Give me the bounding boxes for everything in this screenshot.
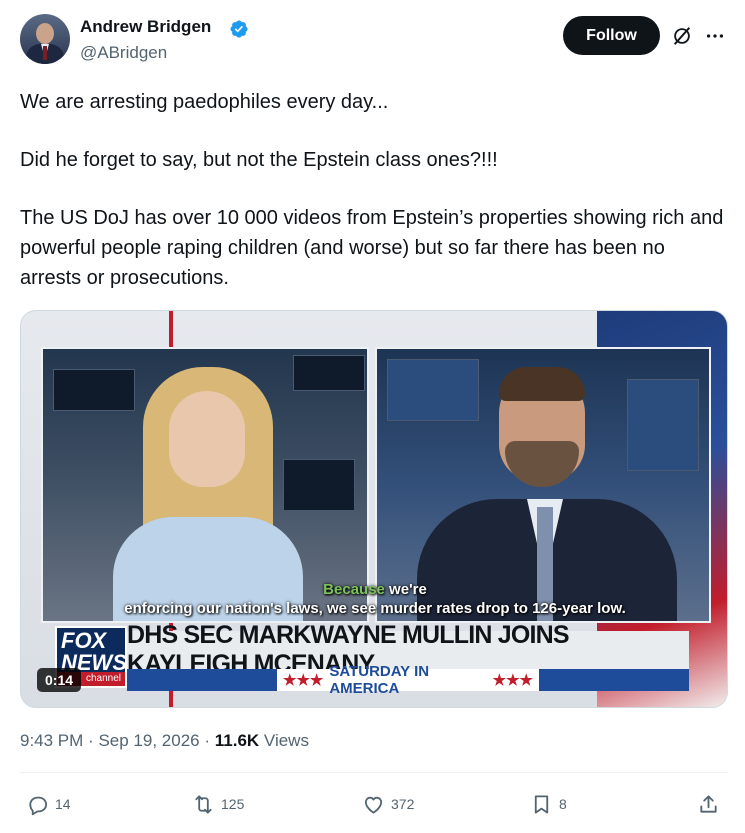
tweet-text-paragraph-1: We are arresting paedophiles every day..… <box>20 87 730 117</box>
divider <box>20 772 728 773</box>
avatar[interactable] <box>20 14 70 64</box>
studio-monitor <box>53 369 135 411</box>
tweet-meta: 9:43 PM · Sep 19, 2026 · 11.6K Views <box>20 731 309 751</box>
avatar-head <box>36 23 54 44</box>
tweet-time[interactable]: 9:43 PM <box>20 731 83 750</box>
video-duration-badge: 0:14 <box>37 668 82 692</box>
bookmark-icon <box>534 794 549 814</box>
reply-count: 14 <box>55 796 71 812</box>
avatar-tie <box>43 46 47 60</box>
grok-icon[interactable] <box>671 25 693 47</box>
share-button[interactable] <box>697 792 726 816</box>
heart-icon <box>364 796 383 814</box>
video-player[interactable]: Because we're enforcing our nation's law… <box>20 310 728 708</box>
caption-highlight: Because <box>323 581 385 598</box>
reply-button[interactable]: 14 <box>26 792 71 816</box>
video-caption-line-2: enforcing our nation's laws, we see murd… <box>124 600 626 617</box>
views-count: 11.6K <box>214 731 260 750</box>
repost-icon <box>195 794 212 814</box>
studio-monitor <box>283 459 355 511</box>
reply-icon <box>29 796 48 815</box>
like-button[interactable]: 372 <box>362 792 414 816</box>
studio-monitor <box>627 379 699 471</box>
guest-hair <box>499 367 585 401</box>
caption-line-1-rest: we're <box>384 581 427 598</box>
meta-separator: · <box>204 731 211 750</box>
views-label: Views <box>263 731 309 750</box>
meta-separator: · <box>88 731 94 750</box>
tweet-text-paragraph-3: The US DoJ has over 10 000 videos from E… <box>20 203 730 293</box>
host-face <box>169 391 245 487</box>
follow-button[interactable]: Follow <box>563 16 660 55</box>
bookmark-button[interactable]: 8 <box>530 792 567 816</box>
studio-monitor <box>387 359 479 421</box>
tweet-paragraph: We are arresting paedophiles every day..… <box>20 91 389 113</box>
video-caption-line-1: Because we're <box>21 581 727 598</box>
guest-beard <box>505 441 579 487</box>
share-icon <box>700 794 717 813</box>
show-name-banner: ★★★ SATURDAY IN AMERICA ★★★ <box>277 663 539 697</box>
author-handle[interactable]: @ABridgen <box>80 43 167 63</box>
repost-count: 125 <box>221 796 245 812</box>
chyron-subbar: ★★★ SATURDAY IN AMERICA ★★★ <box>127 663 689 697</box>
stars-right: ★★★ <box>492 672 533 689</box>
show-name: SATURDAY IN AMERICA <box>329 663 430 697</box>
author-name[interactable]: Andrew Bridgen <box>80 17 211 37</box>
stars-left: ★★★ <box>283 672 324 689</box>
repost-button[interactable]: 125 <box>192 792 244 816</box>
tweet-date[interactable]: Sep 19, 2026 <box>98 731 199 750</box>
bookmark-count: 8 <box>559 796 567 812</box>
verified-badge-icon <box>230 20 248 38</box>
tweet-paragraph: Did he forget to say, but not the Epstei… <box>20 149 498 171</box>
more-options-icon[interactable] <box>704 25 726 47</box>
like-count: 372 <box>391 796 415 812</box>
tweet-text-paragraph-2: Did he forget to say, but not the Epstei… <box>20 145 730 175</box>
studio-monitor <box>293 355 365 391</box>
tweet-paragraph: The US DoJ has over 10 000 videos from E… <box>20 207 724 289</box>
